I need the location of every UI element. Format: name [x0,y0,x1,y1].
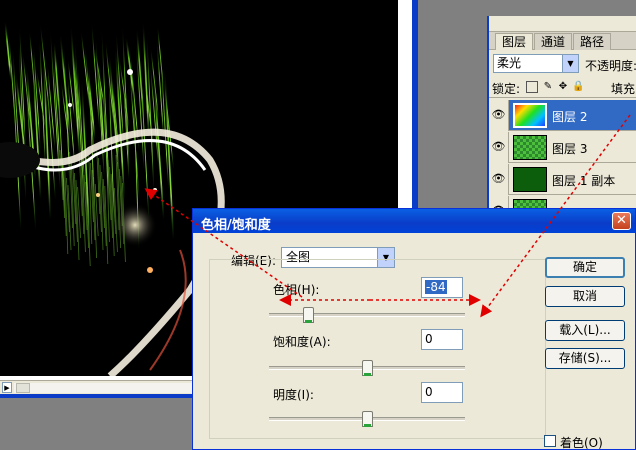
lock-label: 锁定: [492,82,521,96]
hue-slider-thumb[interactable] [302,307,314,323]
eye-icon[interactable]: 👁 [489,100,509,131]
light-streak [125,35,135,101]
fill-label: 填充: [611,82,636,96]
hue-saturation-dialog: 色相/饱和度 ✕ 编辑(E): 全图 ▼ 色相(H): -84 饱和度(A): … [192,208,636,450]
opacity-label: 不透明度: [585,59,636,73]
light-streak [152,71,165,221]
blend-mode-select[interactable]: 柔光 ▼ [493,54,579,73]
chevron-down-icon[interactable]: ▼ [562,55,578,72]
saturation-input[interactable]: 0 [421,329,463,350]
lightness-label: 明度(I): [273,388,314,402]
hue-slider-track[interactable] [269,313,465,317]
layer-name: 图层 2 [552,110,588,124]
hue-value: -84 [425,280,447,294]
layer-name: 图层 3 [552,142,588,156]
tab-layers[interactable]: 图层 [495,33,534,50]
save-button[interactable]: 存储(S)... [545,348,625,369]
lock-transparency-icon[interactable] [526,81,538,93]
layer-thumbnail [513,103,547,128]
layer-name: 图层 1 副本 [552,174,616,188]
light-streak [84,41,96,161]
scroll-left-icon[interactable]: ▶ [2,382,12,393]
lock-move-icon[interactable]: ✥ [557,81,569,93]
blend-mode-value: 柔光 [497,56,522,70]
scrollbar-thumb[interactable] [16,383,30,393]
saturation-slider-thumb[interactable] [361,360,373,376]
saturation-label: 饱和度(A): [273,335,331,349]
tab-paths[interactable]: 路径 [573,33,612,50]
layer-row[interactable]: 👁 图层 2 [489,100,636,131]
close-icon[interactable]: ✕ [612,212,631,230]
colorize-checkbox[interactable] [544,435,556,447]
lightness-input[interactable]: 0 [421,382,463,403]
layer-thumbnail [513,135,547,160]
hue-input[interactable]: -84 [421,277,463,298]
panel-topbar [489,16,636,32]
dialog-titlebar[interactable]: 色相/饱和度 ✕ [193,209,635,233]
lock-row: 锁定: ✎ ✥ 🔒 填充: [489,76,636,98]
lock-all-icon[interactable]: 🔒 [572,81,584,93]
light-streak [121,22,130,171]
hue-label: 色相(H): [273,283,320,297]
saturation-value: 0 [425,332,433,346]
adjustment-group [209,259,546,439]
panel-tabs: 图层 通道 路径 [489,32,636,50]
tab-channels[interactable]: 通道 [534,33,573,50]
colorize-label: 着色(O) [560,436,603,450]
light-streak [139,53,150,221]
ok-button[interactable]: 确定 [545,257,625,278]
light-streak [31,55,42,201]
layer-row[interactable]: 👁 图层 1 副本 [489,164,636,195]
layer-thumbnail [513,167,547,192]
lightness-slider-thumb[interactable] [361,411,373,427]
eye-icon[interactable]: 👁 [489,132,509,163]
layer-row[interactable]: 👁 图层 3 [489,132,636,163]
lock-brush-icon[interactable]: ✎ [542,81,554,93]
cancel-button[interactable]: 取消 [545,286,625,307]
blend-row: 柔光 ▼ 不透明度: [489,52,636,76]
lightness-value: 0 [425,385,433,399]
load-button[interactable]: 载入(L)... [545,320,625,341]
dialog-title: 色相/饱和度 [201,218,271,233]
eye-icon[interactable]: 👁 [489,164,509,195]
